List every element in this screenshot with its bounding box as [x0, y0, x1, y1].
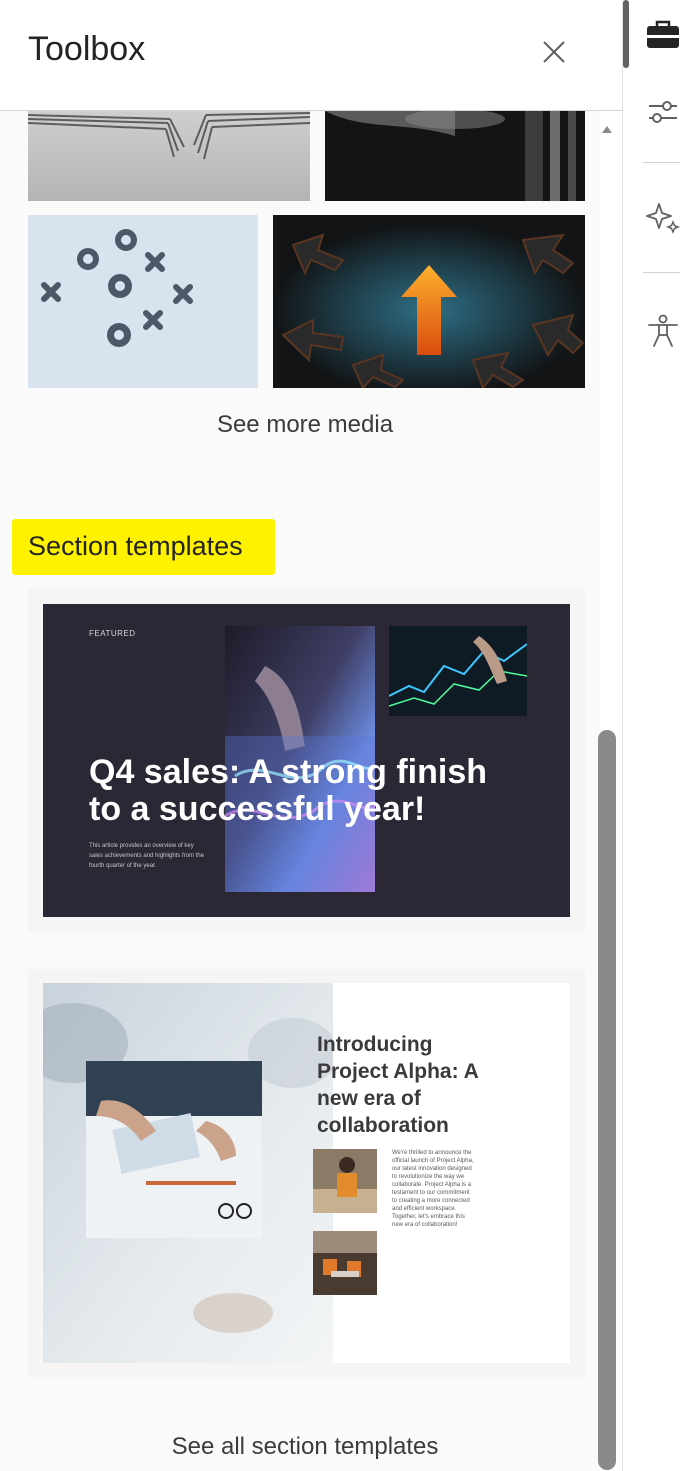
people-thumbnail-image: [313, 1149, 377, 1213]
panel-header: Toolbox: [0, 0, 622, 111]
close-button[interactable]: [533, 32, 573, 72]
rail-toolbox-button[interactable]: [637, 10, 689, 62]
toolbox-briefcase-icon: [647, 20, 679, 48]
template-title: Introducing Project Alpha: A new era of …: [317, 1033, 479, 1137]
sliders-icon: [649, 101, 677, 123]
office-chairs-image: [313, 1231, 377, 1295]
media-thumbnail-tic-tac-toe[interactable]: [28, 215, 258, 388]
scroll-up-arrow-icon[interactable]: [600, 122, 614, 136]
media-thumbnail-dark[interactable]: [325, 111, 585, 201]
sparkle-icon: [646, 203, 680, 234]
tic-tac-toe-image: [28, 215, 258, 388]
dark-image: [325, 111, 585, 201]
section-templates-heading: Section templates: [28, 531, 243, 561]
panel-title: Toolbox: [28, 30, 146, 68]
template-description: We're thrilled to announce the official …: [392, 1150, 474, 1228]
rope-image: [28, 111, 310, 201]
right-tool-rail: [623, 0, 700, 1471]
media-thumbnail-arrows[interactable]: [273, 215, 585, 388]
panel-content: See more media Section templates FEATURE…: [0, 111, 600, 1471]
section-template-card-q4[interactable]: FEATURED Q4 sales: A strong finish to a …: [28, 589, 585, 932]
rail-separator: [643, 272, 680, 273]
rail-separator: [643, 162, 680, 163]
template-preview-q4: FEATURED Q4 sales: A strong finish to a …: [43, 604, 570, 917]
active-indicator: [623, 0, 629, 68]
section-template-card-project-alpha[interactable]: Introducing Project Alpha: A new era of …: [28, 969, 585, 1377]
template-title: Q4 sales: A strong finish to a successfu…: [89, 753, 488, 828]
rail-design-ideas-button[interactable]: [637, 190, 689, 242]
see-more-media-link[interactable]: See more media: [0, 411, 600, 439]
template-preview-project-alpha: Introducing Project Alpha: A new era of …: [43, 983, 570, 1363]
template-description: This article provides an overview of key…: [89, 843, 205, 869]
rail-settings-button[interactable]: [637, 86, 689, 138]
close-icon: [543, 41, 565, 63]
template-kicker: FEATURED: [89, 629, 136, 638]
toolbox-panel: Toolbox See more media Section templates…: [0, 0, 622, 1471]
arrows-image: [273, 215, 585, 388]
stock-chart-image: [389, 626, 527, 716]
rail-accessibility-button[interactable]: [637, 305, 689, 357]
accessibility-icon: [648, 314, 678, 347]
see-all-section-templates-link[interactable]: See all section templates: [0, 1433, 600, 1461]
scrollbar-thumb[interactable]: [598, 730, 616, 1470]
meeting-photo: [86, 1061, 262, 1238]
media-thumbnail-rope[interactable]: [28, 111, 310, 201]
